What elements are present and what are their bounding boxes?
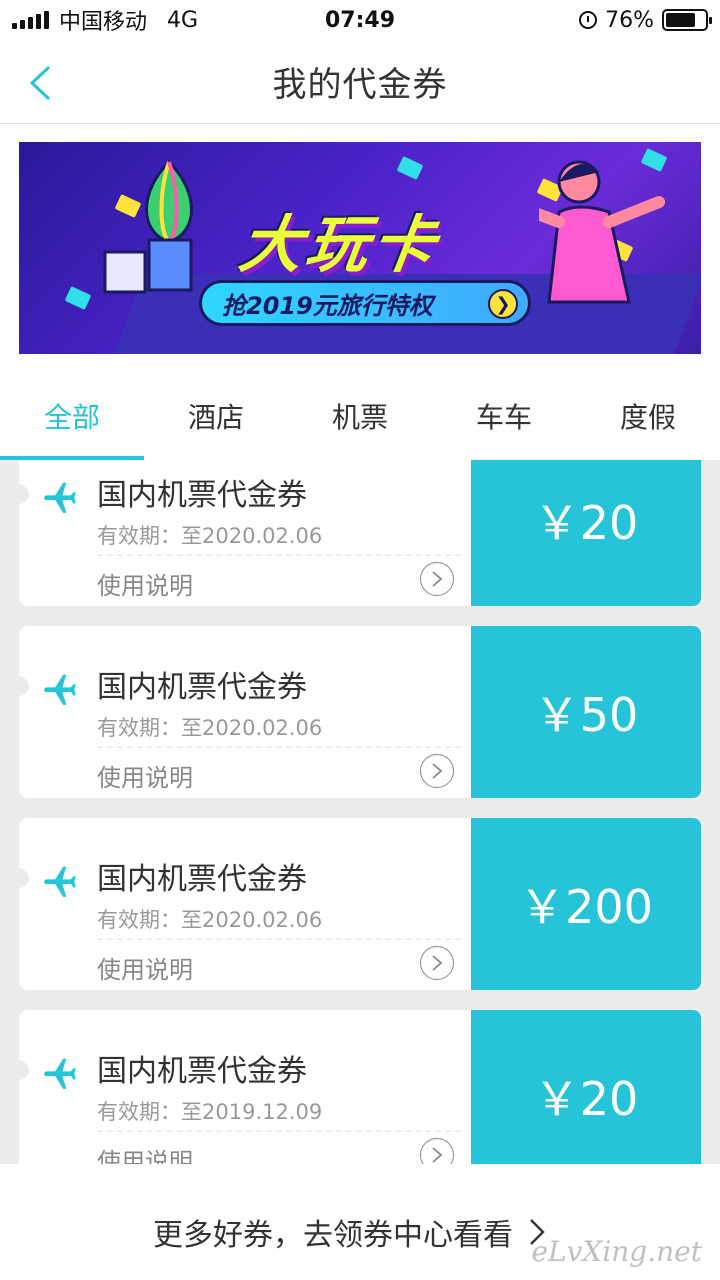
coupon-card[interactable]: 国内机票代金券 有效期：至2019.12.09 使用说明 ￥20 bbox=[9, 1010, 701, 1164]
status-bar: 中国移动 4G 07:49 76% bbox=[0, 0, 720, 40]
tab-vacation[interactable]: 度假 bbox=[576, 380, 720, 460]
usage-instructions-link[interactable]: 使用说明 bbox=[97, 758, 193, 793]
battery-percent: 76% bbox=[605, 7, 654, 33]
tab-label: 度假 bbox=[619, 401, 676, 434]
coupon-info: 国内机票代金券 有效期：至2020.02.06 使用说明 bbox=[9, 460, 471, 606]
tab-hotel[interactable]: 酒店 bbox=[144, 380, 288, 460]
coupon-list[interactable]: 国内机票代金券 有效期：至2020.02.06 使用说明 ￥20 国内机票代金券… bbox=[0, 460, 720, 1164]
coupon-center-footer[interactable]: 更多好券，去领券中心看看 eLvXing.net bbox=[0, 1184, 720, 1280]
status-time: 07:49 bbox=[324, 7, 396, 33]
confetti-shape bbox=[64, 286, 92, 310]
coupon-center-link[interactable]: 更多好券，去领券中心看看 bbox=[153, 1210, 547, 1254]
divider bbox=[97, 1130, 461, 1132]
banner-cta[interactable]: 抢2019元旅行特权 ❯ bbox=[199, 280, 531, 326]
circle-chevron-right-icon[interactable] bbox=[420, 754, 454, 788]
coupon-title: 国内机票代金券 bbox=[97, 478, 307, 513]
coupon-expiry: 有效期：至2019.12.09 bbox=[97, 1100, 323, 1124]
carrier-name: 中国移动 bbox=[59, 10, 148, 35]
airplane-icon bbox=[44, 866, 76, 897]
coupon-card[interactable]: 国内机票代金券 有效期：至2020.02.06 使用说明 ￥50 bbox=[9, 626, 701, 798]
nav-header: 我的代金券 bbox=[0, 40, 720, 124]
airplane-icon bbox=[44, 482, 76, 513]
coupon-title: 国内机票代金券 bbox=[97, 670, 307, 705]
coupon-card[interactable]: 国内机票代金券 有效期：至2020.02.06 使用说明 ￥200 bbox=[9, 818, 701, 990]
coupon-expiry: 有效期：至2020.02.06 bbox=[97, 524, 323, 548]
divider bbox=[97, 554, 461, 556]
circle-chevron-right-icon[interactable] bbox=[420, 1138, 454, 1164]
back-icon[interactable] bbox=[26, 66, 56, 100]
coupon-amount: ￥20 bbox=[471, 1010, 701, 1164]
network-type: 4G bbox=[167, 7, 199, 33]
banner-headline: 大玩卡 bbox=[235, 208, 444, 281]
category-tabs: 全部 酒店 机票 车车 度假 bbox=[0, 380, 720, 460]
coupon-title: 国内机票代金券 bbox=[97, 862, 307, 897]
ticket-notch bbox=[9, 484, 29, 504]
battery-icon bbox=[662, 9, 712, 31]
tab-label: 机票 bbox=[331, 401, 388, 434]
usage-instructions-link[interactable]: 使用说明 bbox=[97, 1142, 193, 1164]
banner-cta-label: 抢2019元旅行特权 bbox=[222, 291, 433, 320]
coupon-title: 国内机票代金券 bbox=[97, 1054, 307, 1089]
tab-flight[interactable]: 机票 bbox=[288, 380, 432, 460]
coupon-info: 国内机票代金券 有效期：至2020.02.06 使用说明 bbox=[9, 626, 471, 798]
usage-instructions-link[interactable]: 使用说明 bbox=[97, 950, 193, 985]
ticket-notch bbox=[9, 868, 29, 888]
ticket-notch bbox=[9, 1060, 29, 1080]
signal-icon bbox=[12, 11, 49, 29]
coupon-amount: ￥50 bbox=[471, 626, 701, 798]
page-title: 我的代金券 bbox=[272, 65, 448, 105]
tab-all[interactable]: 全部 bbox=[0, 380, 144, 460]
promo-banner[interactable]: 大玩卡 抢2019元旅行特权 ❯ bbox=[19, 142, 701, 354]
divider bbox=[97, 938, 461, 940]
tab-label: 全部 bbox=[43, 401, 100, 434]
battery-level bbox=[666, 13, 695, 27]
ticket-notch bbox=[9, 676, 29, 696]
coupon-card[interactable]: 国内机票代金券 有效期：至2020.02.06 使用说明 ￥20 bbox=[9, 460, 701, 606]
usage-instructions-link[interactable]: 使用说明 bbox=[97, 566, 193, 601]
alarm-icon bbox=[579, 11, 598, 29]
character-illustration bbox=[539, 160, 665, 304]
circle-chevron-right-icon[interactable] bbox=[420, 946, 454, 980]
circle-chevron-right-icon[interactable] bbox=[420, 562, 454, 596]
coupon-amount: ￥20 bbox=[471, 460, 701, 606]
coupon-info: 国内机票代金券 有效期：至2019.12.09 使用说明 bbox=[9, 1010, 471, 1164]
tab-label: 车车 bbox=[475, 401, 532, 434]
watermark: eLvXing.net bbox=[531, 1235, 702, 1268]
chevron-right-icon: ❯ bbox=[488, 289, 518, 319]
airplane-icon bbox=[44, 1058, 76, 1089]
coupon-amount: ￥200 bbox=[471, 818, 701, 990]
airplane-icon bbox=[44, 674, 76, 705]
coupon-info: 国内机票代金券 有效期：至2020.02.06 使用说明 bbox=[9, 818, 471, 990]
coupon-expiry: 有效期：至2020.02.06 bbox=[97, 908, 323, 932]
footer-label: 更多好券，去领券中心看看 bbox=[153, 1218, 513, 1253]
divider bbox=[97, 746, 461, 748]
tab-car[interactable]: 车车 bbox=[432, 380, 576, 460]
confetti-shape bbox=[396, 156, 424, 180]
tab-label: 酒店 bbox=[187, 401, 244, 434]
coupon-expiry: 有效期：至2020.02.06 bbox=[97, 716, 323, 740]
